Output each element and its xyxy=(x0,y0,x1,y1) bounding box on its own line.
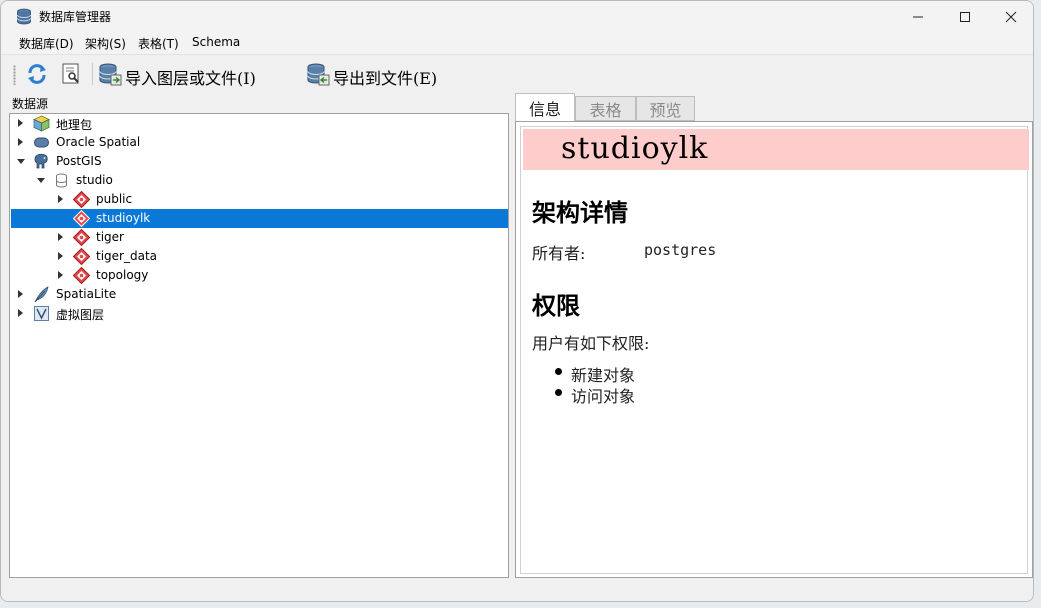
tree-item-label: tiger xyxy=(96,230,124,244)
tree-item-label: SpatiaLite xyxy=(56,287,117,301)
toolbar-separator xyxy=(92,63,93,85)
privilege-item: 访问对象 xyxy=(571,387,636,406)
collapse-arrow-icon[interactable] xyxy=(17,159,25,164)
tree-item-label: studioylk xyxy=(96,211,151,225)
collapse-arrow-icon[interactable] xyxy=(37,178,45,183)
info-panel: studioylk 架构详情 所有者: postgres 权限 用户有如下权限:… xyxy=(515,121,1033,578)
minimize-button[interactable] xyxy=(895,1,941,32)
expand-arrow-icon[interactable] xyxy=(18,119,23,127)
schema-icon xyxy=(73,267,90,284)
schema-icon xyxy=(73,210,90,227)
owner-value: postgres xyxy=(644,241,717,259)
tab-table[interactable]: 表格 xyxy=(575,96,636,121)
tree-item-label: public xyxy=(96,192,133,206)
tree-item-tiger-data[interactable]: tiger_data xyxy=(11,247,508,266)
tree-item-label: topology xyxy=(96,268,149,282)
window-title: 数据库管理器 xyxy=(39,10,112,24)
menu-table[interactable]: 表格(T) xyxy=(138,35,179,52)
tree-item-topology[interactable]: topology xyxy=(11,266,508,285)
expand-arrow-icon[interactable] xyxy=(18,290,23,298)
toolbar: 导入图层或文件(I) 导出到文件(E) xyxy=(1,54,1033,92)
postgis-elephant-icon xyxy=(34,153,48,169)
bullet-icon xyxy=(555,368,562,375)
data-source-title: 数据源 xyxy=(12,97,49,111)
schema-banner: studioylk xyxy=(523,129,1029,170)
minimize-icon xyxy=(913,16,923,17)
data-source-tree[interactable]: 地理包 Oracle Spatial PostGIS studio public… xyxy=(9,113,509,578)
close-button[interactable] xyxy=(988,1,1033,32)
tree-item-label: PostGIS xyxy=(56,154,102,168)
tree-item-postgis[interactable]: PostGIS xyxy=(11,152,508,171)
tree-item-label: Oracle Spatial xyxy=(56,135,141,149)
menu-bar: 数据库(D) 架构(S) 表格(T) Schema xyxy=(1,32,1033,54)
privileges-intro: 用户有如下权限: xyxy=(532,334,650,353)
tree-item-oracle-spatial[interactable]: Oracle Spatial xyxy=(11,133,508,152)
expand-arrow-icon[interactable] xyxy=(58,233,63,241)
export-file-button[interactable]: 导出到文件(E) xyxy=(333,65,437,89)
import-layer-icon[interactable] xyxy=(98,62,122,86)
tree-item-public[interactable]: public xyxy=(11,190,508,209)
expand-arrow-icon[interactable] xyxy=(18,138,23,146)
schema-icon xyxy=(73,229,90,246)
tree-item-spatialite[interactable]: SpatiaLite xyxy=(11,285,508,304)
tree-item-virtual-layers[interactable]: 虚拟图层 xyxy=(11,304,508,323)
tab-preview[interactable]: 预览 xyxy=(636,96,695,121)
maximize-icon xyxy=(960,11,970,22)
tree-item-label: studio xyxy=(76,173,113,187)
toolbar-grip[interactable] xyxy=(13,65,16,85)
schema-icon xyxy=(73,248,90,265)
privileges-heading: 权限 xyxy=(532,291,580,320)
status-bar xyxy=(1,581,1033,601)
maximize-button[interactable] xyxy=(942,1,988,32)
refresh-icon[interactable] xyxy=(25,62,49,86)
schema-name-title: studioylk xyxy=(561,131,709,166)
tree-item-studio[interactable]: studio xyxy=(11,171,508,190)
menu-database[interactable]: 数据库(D) xyxy=(19,35,74,52)
db-manager-window: 数据库管理器 数据库(D) 架构(S) 表格(T) Schema 导入图层或文件… xyxy=(0,0,1034,602)
expand-arrow-icon[interactable] xyxy=(58,271,63,279)
bullet-icon xyxy=(555,389,562,396)
import-layer-button[interactable]: 导入图层或文件(I) xyxy=(125,65,256,89)
expand-arrow-icon[interactable] xyxy=(58,252,63,260)
export-file-icon[interactable] xyxy=(306,62,330,86)
schema-details-heading: 架构详情 xyxy=(532,198,628,227)
virtual-layer-icon xyxy=(34,306,49,321)
oracle-icon xyxy=(34,137,49,148)
menu-schema[interactable]: Schema xyxy=(192,35,240,49)
close-icon xyxy=(1005,11,1017,22)
expand-arrow-icon[interactable] xyxy=(18,309,23,317)
title-bar: 数据库管理器 xyxy=(1,1,1033,32)
database-icon xyxy=(17,8,31,25)
tree-item-label: tiger_data xyxy=(96,249,158,263)
owner-label: 所有者: xyxy=(532,244,586,263)
tab-info[interactable]: 信息 xyxy=(515,93,575,122)
tree-item-label: 虚拟图层 xyxy=(56,308,105,322)
tree-item-tiger[interactable]: tiger xyxy=(11,228,508,247)
geopackage-icon xyxy=(33,115,50,132)
tree-item-label: 地理包 xyxy=(56,118,93,132)
info-content: studioylk 架构详情 所有者: postgres 权限 用户有如下权限:… xyxy=(520,126,1029,574)
sql-window-icon[interactable] xyxy=(59,62,83,86)
spatialite-feather-icon xyxy=(34,286,49,303)
expand-arrow-icon[interactable] xyxy=(58,195,63,203)
tree-item-studioylk[interactable]: studioylk xyxy=(11,209,508,228)
database-connection-icon xyxy=(56,173,67,188)
tree-item-geopackage[interactable]: 地理包 xyxy=(11,114,508,133)
menu-schema-cn[interactable]: 架构(S) xyxy=(85,35,126,52)
schema-icon xyxy=(73,191,90,208)
